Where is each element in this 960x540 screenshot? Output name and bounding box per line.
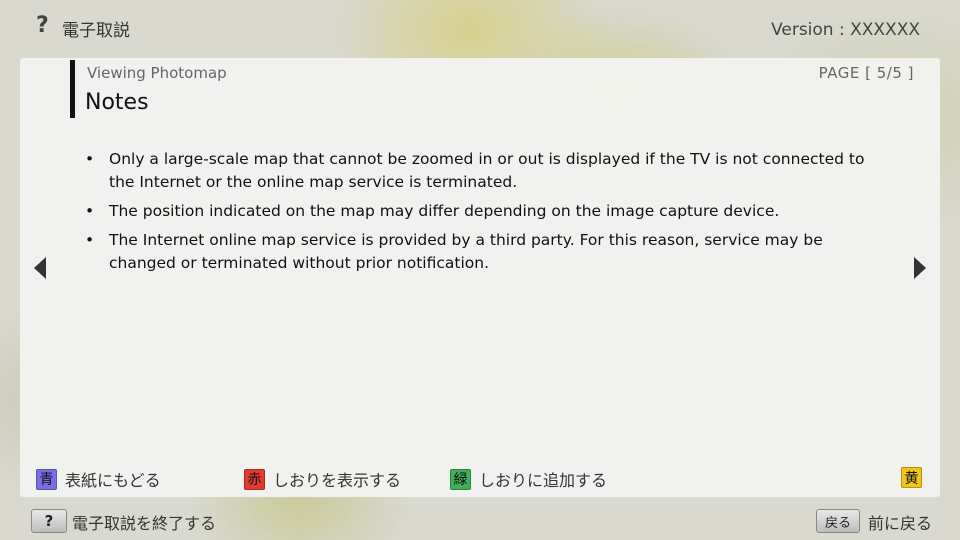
header-accent-bar (70, 60, 75, 118)
note-item: • Only a large-scale map that cannot be z… (82, 148, 882, 194)
back-button[interactable]: 戻る (816, 509, 860, 533)
bullet-icon: • (85, 202, 95, 220)
blue-key-label: 表紙にもどる (65, 471, 161, 490)
left-arrow-icon[interactable] (34, 257, 46, 279)
exit-label: 電子取説を終了する (72, 514, 217, 533)
note-text: The position indicated on the map may di… (109, 202, 780, 220)
section-label: Viewing Photomap (87, 64, 227, 82)
red-key-action[interactable]: 赤 しおりを表示する (244, 467, 401, 491)
version-label: Version : XXXXXX (771, 20, 920, 40)
bullet-icon: • (85, 231, 95, 249)
top-bar: ? 電子取説 Version : XXXXXX (0, 0, 960, 56)
bullet-icon: • (85, 150, 95, 168)
green-key-action[interactable]: 緑 しおりに追加する (450, 467, 607, 491)
page-title: Notes (85, 90, 149, 115)
back-label: 前に戻る (868, 514, 933, 533)
page-indicator: PAGE [ 5/5 ] (818, 64, 914, 82)
red-key-label: しおりを表示する (273, 471, 402, 490)
note-text: The Internet online map service is provi… (109, 231, 823, 272)
right-arrow-icon[interactable] (914, 257, 926, 279)
help-icon: ? (36, 13, 49, 38)
help-button[interactable]: ? (31, 509, 67, 533)
green-key-label: しおりに追加する (479, 471, 608, 490)
red-key-icon: 赤 (244, 468, 265, 490)
note-text: Only a large-scale map that cannot be zo… (109, 150, 865, 191)
content-panel: Viewing Photomap PAGE [ 5/5 ] Notes • Onl… (20, 58, 940, 497)
blue-key-icon: 青 (36, 468, 57, 490)
yellow-key-icon: 黄 (901, 467, 922, 488)
blue-key-action[interactable]: 青 表紙にもどる (36, 467, 161, 491)
green-key-icon: 緑 (450, 468, 471, 490)
app-title: 電子取説 (62, 21, 130, 41)
note-item: • The position indicated on the map may d… (82, 200, 882, 223)
notes-list: • Only a large-scale map that cannot be z… (82, 148, 882, 281)
note-item: • The Internet online map service is prov… (82, 229, 882, 275)
bottom-bar: ? 電子取説を終了する 戻る 前に戻る (0, 505, 960, 540)
yellow-key-action[interactable]: 黄 (901, 467, 922, 488)
